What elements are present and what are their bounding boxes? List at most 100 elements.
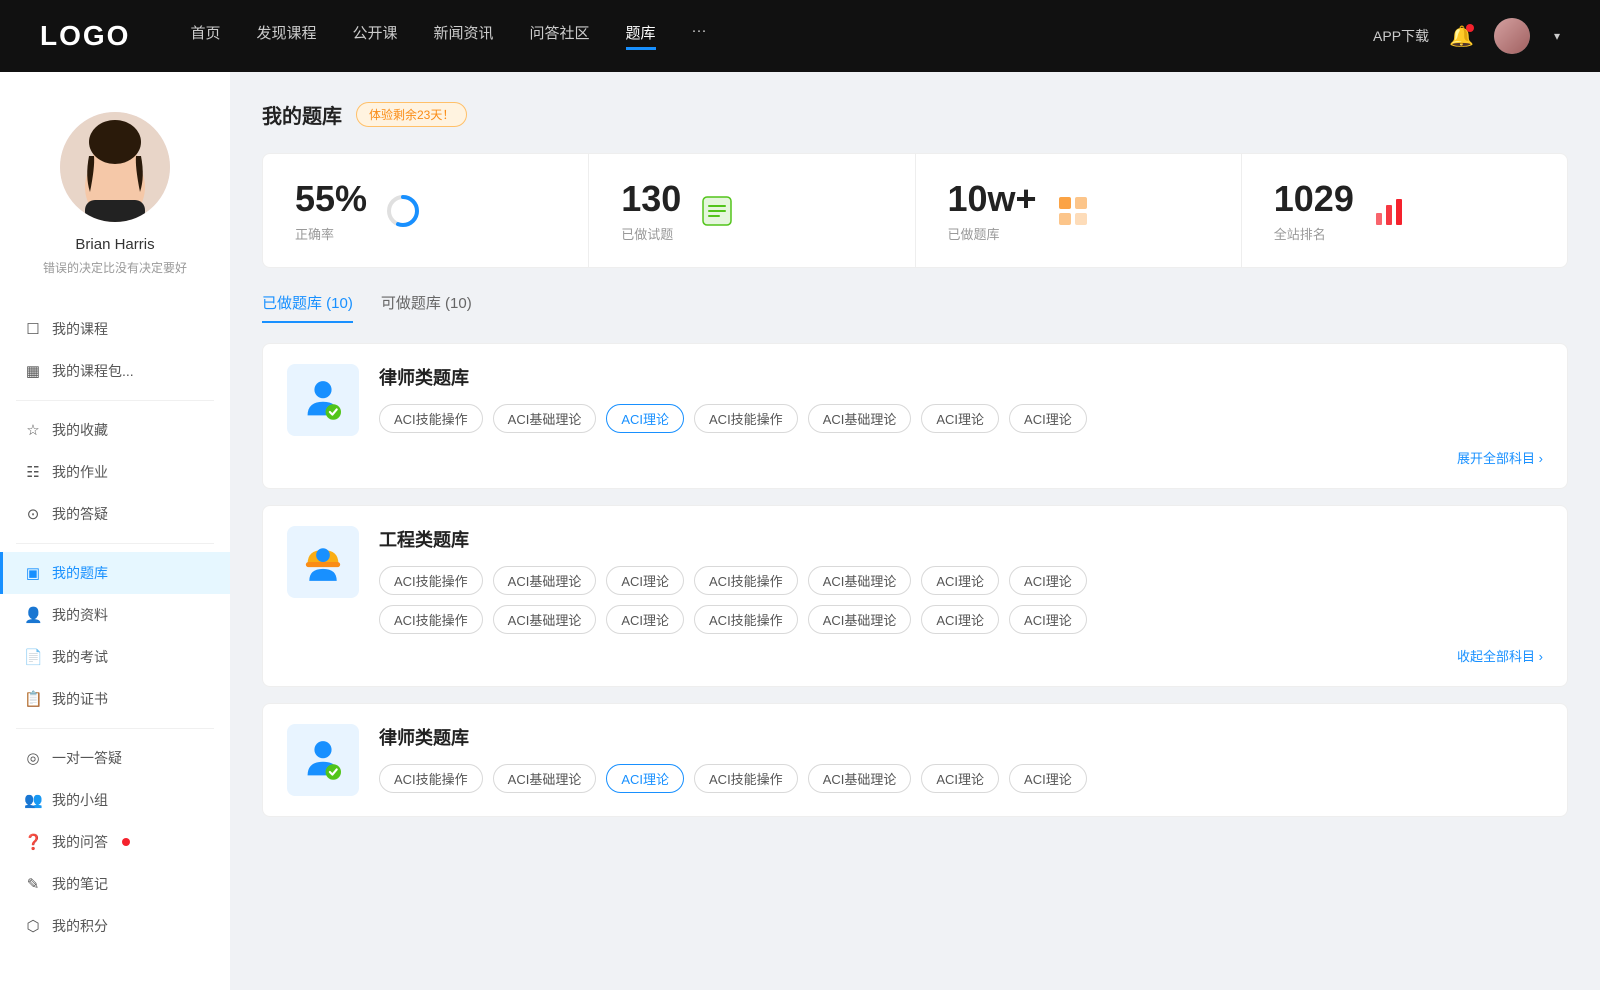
- topic-tag[interactable]: ACI理论: [606, 605, 684, 634]
- avatar-svg: [60, 112, 170, 222]
- topic-tag[interactable]: ACI基础理论: [808, 605, 912, 634]
- stat-ranking-label: 全站排名: [1274, 224, 1354, 243]
- course-icon: ☐: [24, 320, 42, 338]
- trial-badge: 体验剩余23天！: [356, 102, 467, 127]
- sidebar-item-coursepack[interactable]: ▦ 我的课程包...: [0, 350, 230, 392]
- topic-tags-row2: ACI技能操作 ACI基础理论 ACI理论 ACI技能操作 ACI基础理论 AC…: [379, 605, 1543, 634]
- sidebar-item-course[interactable]: ☐ 我的课程: [0, 308, 230, 350]
- sidebar-item-homework[interactable]: ☷ 我的作业: [0, 451, 230, 493]
- notification-bell[interactable]: 🔔: [1449, 24, 1474, 49]
- topic-tag[interactable]: ACI技能操作: [379, 404, 483, 433]
- topic-tags: ACI技能操作 ACI基础理论 ACI理论 ACI技能操作 ACI基础理论 AC…: [379, 764, 1543, 793]
- topic-tag[interactable]: ACI基础理论: [493, 605, 597, 634]
- tab-done[interactable]: 已做题库 (10): [262, 292, 353, 323]
- accuracy-icon: [383, 191, 423, 231]
- sidebar-profile: Brian Harris 错误的决定比没有决定要好: [0, 96, 230, 300]
- topic-tag[interactable]: ACI技能操作: [379, 764, 483, 793]
- topic-content: 律师类题库 ACI技能操作 ACI基础理论 ACI理论 ACI技能操作 ACI基…: [379, 364, 1543, 433]
- stat-done-banks-label: 已做题库: [948, 224, 1037, 243]
- topic-tag[interactable]: ACI理论: [921, 404, 999, 433]
- engineer-icon: [299, 538, 347, 586]
- sidebar-item-points[interactable]: ⬡ 我的积分: [0, 905, 230, 947]
- sidebar-item-label: 我的收藏: [52, 420, 108, 440]
- sidebar-item-label: 我的题库: [52, 563, 108, 583]
- sidebar-item-group[interactable]: 👥 我的小组: [0, 779, 230, 821]
- sidebar-item-notes[interactable]: ✎ 我的笔记: [0, 863, 230, 905]
- main-content: 我的题库 体验剩余23天！ 55% 正确率: [230, 72, 1600, 990]
- expand-button[interactable]: 展开全部科目 ›: [1457, 451, 1543, 466]
- topic-tag[interactable]: ACI技能操作: [694, 764, 798, 793]
- sidebar-item-label: 我的积分: [52, 916, 108, 936]
- stat-ranking-value: 1029: [1274, 178, 1354, 220]
- topic-tag[interactable]: ACI理论: [1009, 566, 1087, 595]
- account-dropdown-icon[interactable]: ▾: [1554, 29, 1560, 43]
- topic-tag[interactable]: ACI理论: [1009, 605, 1087, 634]
- topic-tag[interactable]: ACI技能操作: [379, 605, 483, 634]
- topic-tag[interactable]: ACI基础理论: [493, 764, 597, 793]
- list-icon: [699, 193, 735, 229]
- nav-opencourse[interactable]: 公开课: [352, 22, 397, 50]
- topic-tag[interactable]: ACI技能操作: [694, 404, 798, 433]
- nav-links: 首页 发现课程 公开课 新闻资讯 问答社区 题库 ···: [190, 22, 1373, 50]
- lawyer-icon: [299, 376, 347, 424]
- topic-tag[interactable]: ACI理论: [1009, 404, 1087, 433]
- app-download-link[interactable]: APP下载: [1373, 26, 1429, 46]
- nav-more[interactable]: ···: [692, 22, 707, 50]
- stats-row: 55% 正确率 130 已做试题: [262, 153, 1568, 268]
- navbar: LOGO 首页 发现课程 公开课 新闻资讯 问答社区 题库 ··· APP下载 …: [0, 0, 1600, 72]
- topic-tag[interactable]: ACI理论: [921, 566, 999, 595]
- grid-icon: [1055, 193, 1091, 229]
- avatar: [60, 112, 170, 222]
- topic-content: 律师类题库 ACI技能操作 ACI基础理论 ACI理论 ACI技能操作 ACI基…: [379, 724, 1543, 793]
- topic-tag[interactable]: ACI理论: [1009, 764, 1087, 793]
- topic-tag[interactable]: ACI理论: [921, 605, 999, 634]
- sidebar-item-certificate[interactable]: 📋 我的证书: [0, 678, 230, 720]
- topic-tag[interactable]: ACI技能操作: [379, 566, 483, 595]
- lawyer-icon-2: [299, 736, 347, 784]
- stat-done-banks-content: 10w+ 已做题库: [948, 178, 1037, 243]
- sidebar-item-label: 我的资料: [52, 605, 108, 625]
- ranking-icon: [1370, 191, 1410, 231]
- page-layout: Brian Harris 错误的决定比没有决定要好 ☐ 我的课程 ▦ 我的课程包…: [0, 72, 1600, 990]
- nav-qa[interactable]: 问答社区: [530, 22, 590, 50]
- nav-home[interactable]: 首页: [190, 22, 220, 50]
- sidebar-item-questions[interactable]: ❓ 我的问答: [0, 821, 230, 863]
- topic-tag[interactable]: ACI理论: [606, 566, 684, 595]
- sidebar-item-exam[interactable]: 📄 我的考试: [0, 636, 230, 678]
- stat-accuracy-label: 正确率: [295, 224, 367, 243]
- sidebar-item-label: 我的笔记: [52, 874, 108, 894]
- nav-questionbank[interactable]: 题库: [626, 22, 656, 50]
- notification-dot: [122, 838, 130, 846]
- questionbank-icon: ▣: [24, 564, 42, 582]
- stat-ranking-content: 1029 全站排名: [1274, 178, 1354, 243]
- topic-tag[interactable]: ACI理论: [921, 764, 999, 793]
- topic-tag[interactable]: ACI基础理论: [493, 566, 597, 595]
- logo: LOGO: [40, 20, 130, 52]
- stat-accuracy-value: 55%: [295, 178, 367, 220]
- notification-dot: [1466, 24, 1474, 32]
- collapse-button[interactable]: 收起全部科目 ›: [1457, 649, 1543, 664]
- tab-available[interactable]: 可做题库 (10): [381, 292, 472, 323]
- profile-icon: 👤: [24, 606, 42, 624]
- topic-tag[interactable]: ACI技能操作: [694, 605, 798, 634]
- nav-discover[interactable]: 发现课程: [256, 22, 316, 50]
- topic-tag[interactable]: ACI基础理论: [808, 404, 912, 433]
- topic-tag[interactable]: ACI基础理论: [808, 764, 912, 793]
- stat-done-questions-content: 130 已做试题: [621, 178, 681, 243]
- topic-tag-active[interactable]: ACI理论: [606, 764, 684, 793]
- topic-tag-active[interactable]: ACI理论: [606, 404, 684, 433]
- sidebar-item-questionbank[interactable]: ▣ 我的题库: [0, 552, 230, 594]
- avatar[interactable]: [1494, 18, 1530, 54]
- sidebar-divider: [16, 728, 214, 729]
- sidebar-item-1on1[interactable]: ◎ 一对一答疑: [0, 737, 230, 779]
- sidebar-item-profile[interactable]: 👤 我的资料: [0, 594, 230, 636]
- topic-tag[interactable]: ACI基础理论: [493, 404, 597, 433]
- topic-tag[interactable]: ACI技能操作: [694, 566, 798, 595]
- topic-name: 律师类题库: [379, 364, 1543, 390]
- stat-done-questions-label: 已做试题: [621, 224, 681, 243]
- sidebar-item-favorites[interactable]: ☆ 我的收藏: [0, 409, 230, 451]
- topic-tag[interactable]: ACI基础理论: [808, 566, 912, 595]
- sidebar-item-qa[interactable]: ⊙ 我的答疑: [0, 493, 230, 535]
- certificate-icon: 📋: [24, 690, 42, 708]
- nav-news[interactable]: 新闻资讯: [434, 22, 494, 50]
